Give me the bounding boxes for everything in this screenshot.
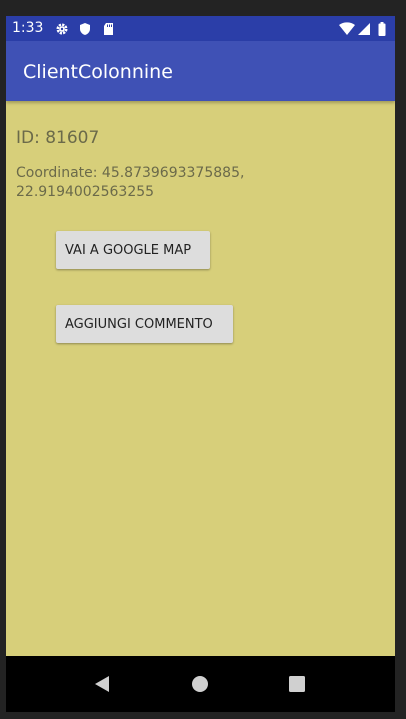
add-comment-button[interactable]: AGGIUNGI COMMENTO <box>56 305 233 343</box>
back-icon[interactable] <box>85 668 119 700</box>
app-title: ClientColonnine <box>23 61 173 83</box>
shield-icon <box>78 21 92 35</box>
settings-icon <box>55 21 69 35</box>
station-id: ID: 81607 <box>16 128 100 148</box>
device-frame: 1:33 ClientColonnine ID: 81607 Coordinat… <box>0 0 406 719</box>
signal-icon <box>357 21 371 35</box>
navigation-bar <box>6 656 395 712</box>
wifi-icon <box>339 21 355 35</box>
status-time: 1:33 <box>12 20 44 36</box>
battery-icon <box>377 21 391 36</box>
app-bar: ClientColonnine <box>6 41 395 101</box>
google-map-button[interactable]: VAI A GOOGLE MAP <box>56 231 210 269</box>
status-bar: 1:33 <box>6 16 395 41</box>
phone-screen: 1:33 ClientColonnine ID: 81607 Coordinat… <box>6 16 395 712</box>
recents-icon[interactable] <box>280 668 314 700</box>
home-icon[interactable] <box>183 668 217 700</box>
coordinates-text: Coordinate: 45.8739693375885, 22.9194002… <box>16 165 245 200</box>
sd-card-icon <box>102 21 116 35</box>
main-content: ID: 81607 Coordinate: 45.8739693375885, … <box>6 101 395 656</box>
